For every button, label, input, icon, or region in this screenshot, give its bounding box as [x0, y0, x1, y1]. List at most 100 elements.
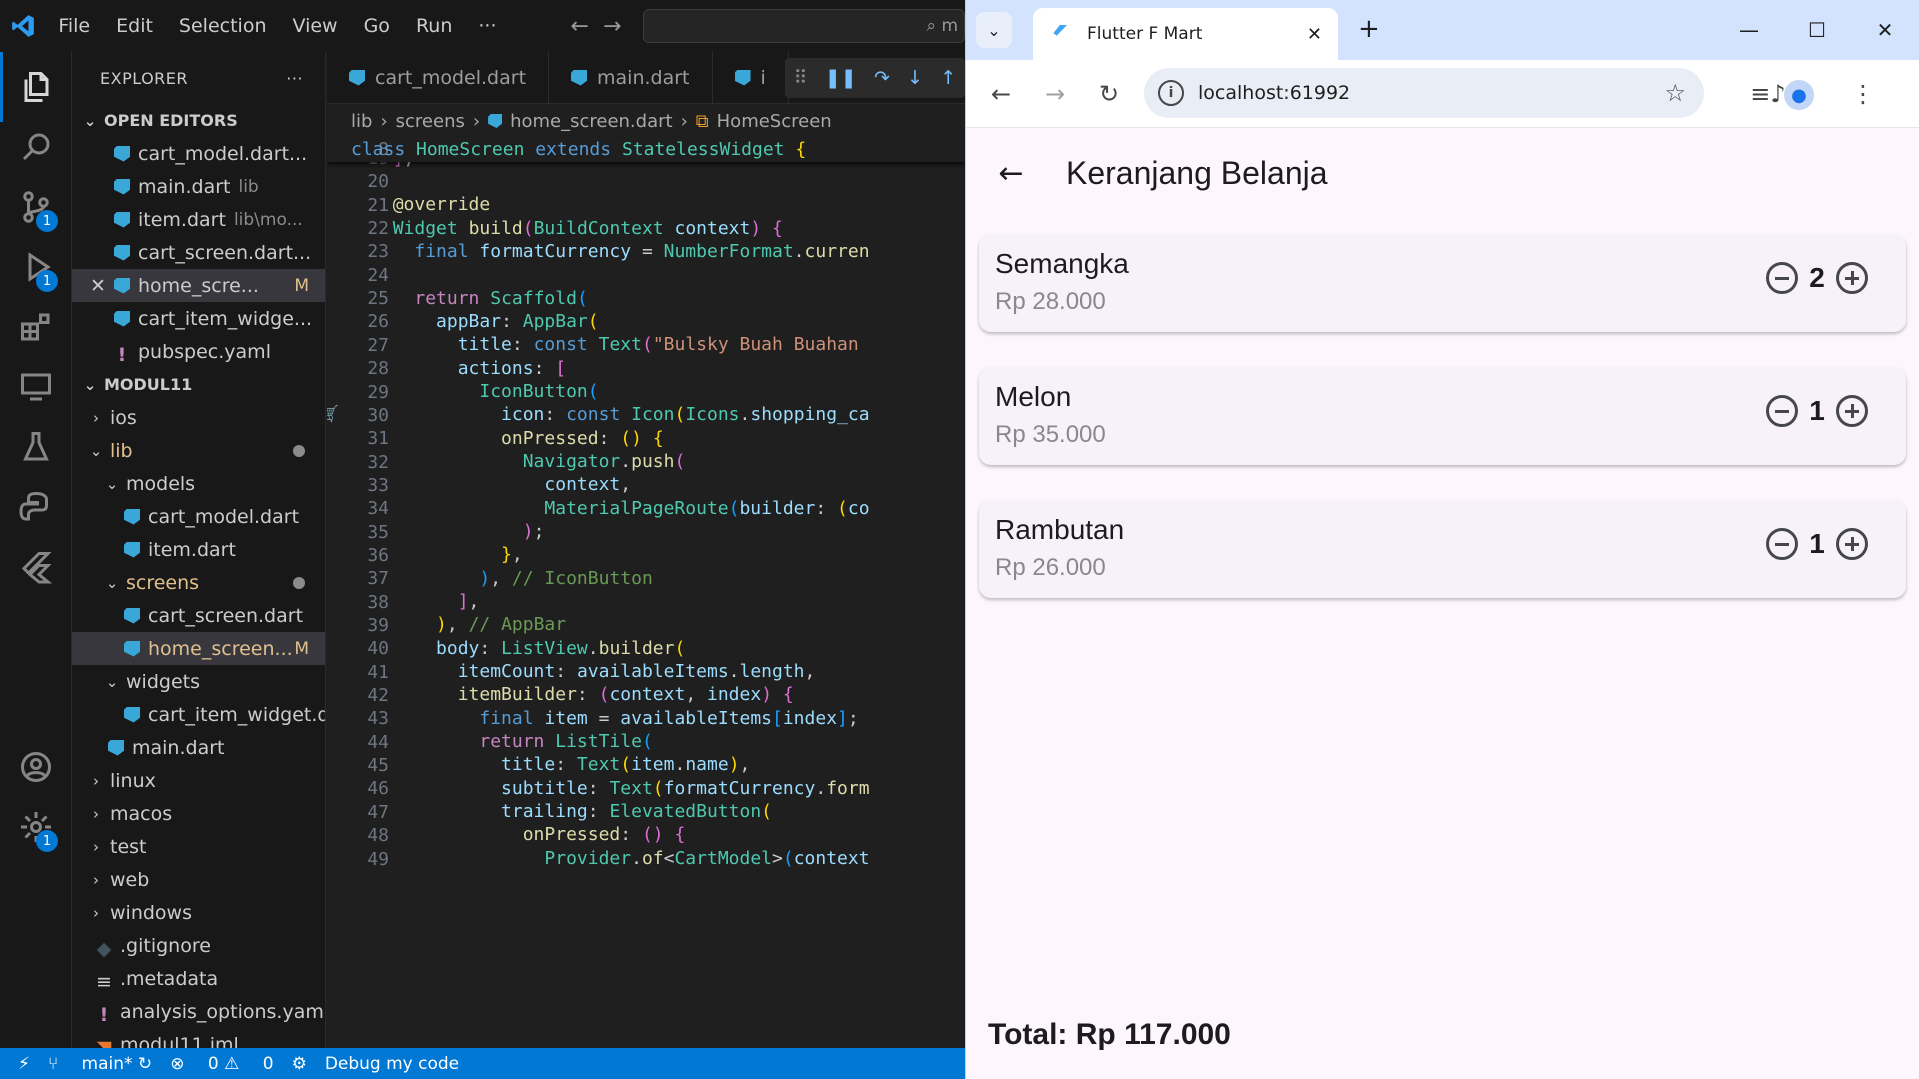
menu-go[interactable]: Go: [364, 15, 390, 37]
forward-arrow-icon[interactable]: →: [603, 14, 621, 39]
debug-launch-icon[interactable]: ⚙: [292, 1054, 307, 1074]
add-circle-icon[interactable]: [1836, 395, 1868, 427]
search-icon: ⌕: [926, 16, 942, 36]
tree-file[interactable]: main.dart: [72, 731, 325, 764]
explorer-more-icon[interactable]: ···: [286, 69, 303, 88]
project-section[interactable]: ⌄ MODUL11: [72, 368, 325, 401]
open-editor-item[interactable]: cart_screen.dart...: [72, 236, 325, 269]
tree-folder[interactable]: ⌄ models: [72, 467, 325, 500]
tree-folder[interactable]: ⌄ widgets: [72, 665, 325, 698]
open-editor-item[interactable]: main.dart lib: [72, 170, 325, 203]
menu-view[interactable]: View: [292, 15, 337, 37]
drag-handle-icon[interactable]: ⠿: [794, 67, 808, 89]
tree-file[interactable]: cart_model.dart: [72, 500, 325, 533]
browser-window: ⌄ Flutter F Mart ✕ + — ☐ ✕ ← → ↻ i local…: [965, 0, 1919, 1079]
open-editor-item[interactable]: item.dart lib\mo...: [72, 203, 325, 236]
breadcrumb-item[interactable]: screens: [396, 111, 465, 132]
tab-title: Flutter F Mart: [1087, 24, 1203, 44]
tree-folder[interactable]: ⌄ lib: [72, 434, 325, 467]
tab-label: main.dart: [597, 66, 690, 89]
tree-file[interactable]: ◥ modul11.iml: [72, 1028, 325, 1049]
code-area[interactable]: 8 class HomeScreen extends StatelessWidg…: [327, 138, 965, 1048]
tree-label: modul11.iml: [120, 1033, 239, 1049]
menu-more[interactable]: ···: [478, 15, 496, 37]
command-center-search[interactable]: ⌕ m: [643, 9, 965, 43]
sticky-scroll-header[interactable]: 8 class HomeScreen extends StatelessWidg…: [327, 138, 965, 162]
menu-selection[interactable]: Selection: [179, 15, 267, 37]
profile-avatar-icon[interactable]: ●: [1784, 80, 1814, 110]
remove-circle-icon[interactable]: [1766, 262, 1798, 294]
tree-file[interactable]: ◆ .gitignore: [72, 929, 325, 962]
tree-folder[interactable]: ⌄ screens: [72, 566, 325, 599]
text-file-icon: ≡: [96, 970, 112, 993]
reload-icon[interactable]: ↻: [1082, 80, 1136, 108]
back-arrow-icon[interactable]: ←: [976, 156, 1046, 191]
remote-icon[interactable]: ⚡: [18, 1054, 30, 1074]
tree-folder[interactable]: › ios: [72, 401, 325, 434]
tree-file-active[interactable]: home_screen... M: [72, 632, 325, 665]
step-into-icon[interactable]: ↓: [907, 67, 923, 89]
tree-folder[interactable]: › macos: [72, 797, 325, 830]
menu-run[interactable]: Run: [416, 15, 452, 37]
tree-file[interactable]: ≡ .metadata: [72, 962, 325, 995]
remove-circle-icon[interactable]: [1766, 528, 1798, 560]
open-editor-item[interactable]: cart_item_widge...: [72, 302, 325, 335]
cart-item-card: Rambutan Rp 26.000 1: [979, 500, 1906, 598]
maximize-icon[interactable]: ☐: [1783, 18, 1851, 42]
address-bar[interactable]: i localhost:61992 ☆: [1144, 68, 1704, 118]
tree-file[interactable]: cart_item_widget.d...: [72, 698, 325, 731]
back-arrow-icon[interactable]: ←: [974, 80, 1028, 108]
chevron-right-icon: ›: [472, 110, 481, 132]
tree-folder[interactable]: › web: [72, 863, 325, 896]
browser-tab-active[interactable]: Flutter F Mart ✕: [1033, 8, 1338, 60]
tab-main[interactable]: main.dart: [549, 52, 713, 104]
tree-file[interactable]: cart_screen.dart: [72, 599, 325, 632]
explorer-sidebar: EXPLORER ··· ⌄ OPEN EDITORS cart_model.da…: [72, 52, 326, 1048]
close-tab-icon[interactable]: ✕: [1307, 24, 1322, 45]
step-over-icon[interactable]: ↷: [874, 67, 890, 89]
dart-file-icon: [488, 114, 503, 128]
tree-label: models: [126, 472, 196, 495]
step-out-icon[interactable]: ↑: [940, 67, 956, 89]
close-icon[interactable]: ✕: [90, 275, 114, 297]
dart-file-icon: [124, 607, 140, 624]
tab-item[interactable]: i: [713, 52, 789, 104]
branch-icon[interactable]: ⑂ main* ↻: [48, 1054, 152, 1074]
remove-circle-icon[interactable]: [1766, 395, 1798, 427]
minimize-icon[interactable]: —: [1715, 18, 1783, 42]
open-editor-item[interactable]: cart_model.dart...: [72, 137, 325, 170]
add-circle-icon[interactable]: [1836, 262, 1868, 294]
tree-folder[interactable]: › linux: [72, 764, 325, 797]
back-arrow-icon[interactable]: ←: [571, 14, 589, 39]
menu-edit[interactable]: Edit: [116, 15, 153, 37]
problems-indicator[interactable]: ⊗ 0 ⚠ 0: [170, 1054, 273, 1074]
tree-folder[interactable]: › test: [72, 830, 325, 863]
tree-file[interactable]: ! analysis_options.yaml: [72, 995, 325, 1028]
new-tab-icon[interactable]: +: [1358, 14, 1380, 44]
tree-folder[interactable]: › windows: [72, 896, 325, 929]
pause-icon[interactable]: ❚❚: [825, 67, 857, 89]
breadcrumb: lib › screens › home_screen.dart › ⧉ HomeSc…: [327, 104, 965, 138]
debug-config-label[interactable]: Debug my code: [325, 1054, 459, 1074]
tab-search-icon[interactable]: ⌄: [976, 12, 1012, 48]
open-editor-item-active[interactable]: ✕ home_scre... M: [72, 269, 325, 302]
bookmark-star-icon[interactable]: ☆: [1664, 79, 1686, 107]
flutter-icon[interactable]: [0, 532, 72, 602]
breadcrumb-item[interactable]: home_screen.dart: [510, 111, 673, 132]
breadcrumb-item[interactable]: lib: [351, 111, 372, 132]
tree-file[interactable]: item.dart: [72, 533, 325, 566]
menu-kebab-icon[interactable]: ⋮: [1836, 80, 1890, 108]
settings-badge: 1: [36, 830, 58, 852]
breadcrumb-item[interactable]: HomeScreen: [717, 111, 832, 132]
forward-arrow-icon[interactable]: →: [1028, 80, 1082, 108]
open-editors-section[interactable]: ⌄ OPEN EDITORS: [72, 104, 325, 137]
close-window-icon[interactable]: ✕: [1851, 18, 1919, 42]
quantity-stepper: 2: [1766, 262, 1868, 294]
open-editor-item[interactable]: ! pubspec.yaml: [72, 335, 325, 368]
menu-file[interactable]: File: [58, 15, 90, 37]
search-text: m: [941, 16, 958, 36]
add-circle-icon[interactable]: [1836, 528, 1868, 560]
site-info-icon[interactable]: i: [1158, 80, 1184, 106]
settings-gear-icon[interactable]: 1: [0, 792, 72, 862]
tab-cart-model[interactable]: cart_model.dart: [327, 52, 550, 104]
